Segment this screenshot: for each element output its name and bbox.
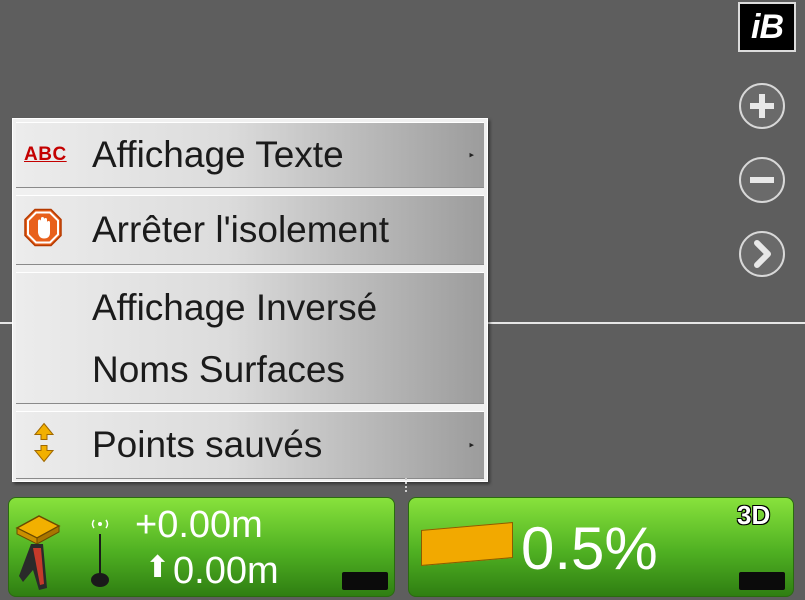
up-down-arrows-icon bbox=[33, 422, 55, 468]
machine-tool-icon bbox=[15, 515, 61, 590]
slope-status-panel[interactable]: 0.5% 3D bbox=[408, 497, 794, 597]
menu-item-label: Affichage Texte bbox=[92, 134, 344, 175]
height-value: 0.00m bbox=[173, 550, 279, 592]
antenna-icon bbox=[91, 519, 109, 587]
submenu-arrow-icon: ▸ bbox=[469, 149, 474, 160]
submenu-arrow-icon: ▸ bbox=[469, 439, 474, 450]
menu-group-text: ABC Affichage Texte ▸ bbox=[16, 122, 484, 188]
menu-item-label: Affichage Inversé bbox=[92, 287, 378, 328]
menu-group-display: Affichage Inversé Noms Surfaces bbox=[16, 272, 484, 404]
menu-anchor-dots bbox=[405, 478, 410, 492]
indicator-bar bbox=[342, 572, 388, 590]
menu-item-label: Points sauvés bbox=[92, 424, 323, 465]
menu-item-label: Noms Surfaces bbox=[92, 349, 345, 390]
menu-item-arreter-isolement[interactable]: Arrêter l'isolement bbox=[16, 196, 484, 264]
zoom-out-button[interactable] bbox=[739, 157, 785, 203]
ib-logo[interactable]: iB bbox=[738, 2, 796, 52]
context-menu: ABC Affichage Texte ▸ Arrêter l'isolemen… bbox=[12, 118, 488, 482]
indicator-bar bbox=[739, 572, 785, 590]
menu-item-noms-surfaces[interactable]: Noms Surfaces bbox=[16, 337, 484, 403]
stop-hand-icon bbox=[24, 208, 62, 252]
menu-group-points: Points sauvés ▸ bbox=[16, 411, 484, 479]
plus-icon bbox=[750, 94, 774, 118]
elevation-status-panel[interactable]: +0.00m ⬆ 0.00m bbox=[8, 497, 395, 597]
slope-value: 0.5% bbox=[521, 515, 658, 582]
menu-group-isolation: Arrêter l'isolement bbox=[16, 195, 484, 265]
chevron-right-icon bbox=[754, 240, 771, 268]
menu-item-affichage-texte[interactable]: ABC Affichage Texte ▸ bbox=[16, 123, 484, 187]
menu-item-label: Arrêter l'isolement bbox=[92, 209, 389, 250]
up-arrow-icon: ⬆ bbox=[145, 551, 171, 584]
3d-badge: 3D bbox=[737, 500, 771, 530]
zoom-in-button[interactable] bbox=[739, 83, 785, 129]
logo-text: iB bbox=[751, 7, 784, 46]
menu-item-affichage-inverse[interactable]: Affichage Inversé bbox=[16, 273, 484, 343]
slope-bar bbox=[421, 521, 513, 567]
minus-icon bbox=[750, 177, 774, 183]
next-button[interactable] bbox=[739, 231, 785, 277]
menu-item-points-sauves[interactable]: Points sauvés ▸ bbox=[16, 412, 484, 478]
vertical-offset-value: +0.00m bbox=[135, 504, 263, 546]
abc-text-icon: ABC bbox=[24, 144, 67, 165]
